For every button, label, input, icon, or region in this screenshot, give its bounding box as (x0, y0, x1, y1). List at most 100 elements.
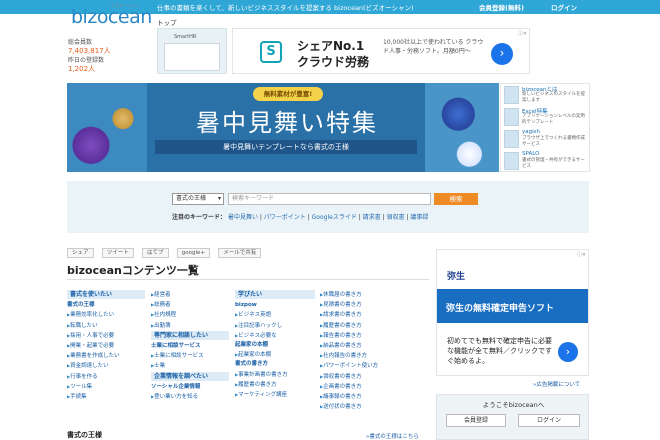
list-item[interactable]: 報告書の書き方 (320, 331, 415, 341)
content-title: bizoceanコンテンツ一覧 (67, 264, 199, 277)
list-item[interactable]: 請求書の書き方 (320, 310, 415, 320)
list-item[interactable]: 業務書を作成したい (67, 351, 145, 361)
feature-banner[interactable]: 無料素材が豊富! 暑中見舞い特集 暑中見舞いテンプレートなら書式の王様 (67, 83, 499, 172)
register-link[interactable]: 会員登録(無料) (479, 2, 524, 12)
trending-keywords: 注目のキーワード： 暑中見舞い | パワーポイント | Googleスライド |… (172, 214, 429, 221)
list-item[interactable]: ツール集 (67, 382, 145, 392)
ad-close-icon[interactable]: ⓘ✕ (577, 251, 586, 258)
ad-headline-2: クラウド労務 (297, 55, 370, 69)
ad-go-button[interactable]: › (558, 342, 578, 362)
keyword-link[interactable]: Googleスライド (312, 214, 357, 221)
smarthr-ad-image[interactable]: SmartHR (157, 28, 227, 74)
list-item[interactable]: 行事を作る (67, 372, 145, 382)
list-item[interactable]: パワーポイント使い方 (320, 361, 415, 371)
keyword-link[interactable]: パワーポイント (264, 214, 306, 221)
list-item[interactable]: 開業・起業で必要 (67, 341, 145, 351)
side-ad-text: ブラウザ上でつくれる書類作成サービス (522, 136, 585, 147)
banner-subtitle: 暑中見舞いテンプレートなら書式の王様 (155, 140, 417, 154)
members-value: 7,403,817人 (68, 47, 111, 55)
site-logo[interactable]: bizocean (71, 6, 152, 28)
column-sublink[interactable]: 書式の王様 (67, 301, 145, 310)
section-more-link[interactable]: »書式の王様はこちら (366, 432, 419, 440)
column-header: 書式を使いたい (67, 290, 145, 300)
list-item[interactable]: 資金調達したい (67, 361, 145, 371)
search-category-select[interactable]: 書式の王様 ▾ (172, 193, 224, 205)
list-item[interactable]: 出勤簿 (151, 321, 229, 331)
list-item[interactable]: 士業に相談サービス (151, 351, 229, 361)
member-stats: 総会員数 7,403,817人 昨日の登録数 1,202人 (68, 38, 153, 74)
screen-illustration (164, 43, 220, 71)
google-share-button[interactable]: google+ (176, 248, 210, 258)
list-item[interactable]: 注目記事ハックし (235, 321, 315, 331)
search-button[interactable]: 検索 (434, 193, 478, 205)
smarthr-icon: S (260, 41, 282, 63)
search-input[interactable]: 検索キーワード (228, 193, 431, 205)
list-item[interactable]: 議事録の書き方 (320, 392, 415, 402)
login-button[interactable]: ログイン (518, 414, 580, 427)
facebook-share-button[interactable]: シェア (67, 248, 94, 258)
list-item[interactable]: 業務効率化したい (67, 310, 145, 320)
select-value: 書式の王様 (176, 195, 207, 202)
list-item[interactable]: 社内規程 (151, 310, 229, 320)
list-item[interactable]: 見積書の書き方 (320, 300, 415, 310)
ad-info-link[interactable]: »広告掲載について (533, 380, 580, 388)
mail-share-button[interactable]: メールで共有 (218, 248, 262, 258)
list-item[interactable]: 企画書の書き方 (320, 382, 415, 392)
column-sublink[interactable]: bizpow (235, 301, 315, 310)
column-sublink[interactable]: 起業家の本棚 (235, 341, 315, 350)
keyword-link[interactable]: 領収書 (387, 214, 405, 221)
ad-headline-1: シェアNo.1 (297, 39, 365, 53)
keyword-link[interactable]: 暑中見舞い (228, 214, 258, 221)
banner-title: 暑中見舞い特集 (196, 109, 378, 137)
list-item[interactable]: 履歴書の書き方 (320, 321, 415, 331)
list-item[interactable]: 休職届の書き方 (320, 290, 415, 300)
logo-area[interactable]: ビズオーシャン bizocean (67, 0, 153, 36)
ad-message: 初めてでも無料で確定申告に必要な機能が全て無料／クリックですぐ始めるよ。 (447, 337, 552, 365)
list-item[interactable]: 起業家の本棚 (235, 350, 315, 360)
column-sublink[interactable]: 書式の書き方 (235, 360, 315, 369)
divider (67, 279, 429, 280)
list-item[interactable]: 総務者 (151, 300, 229, 310)
list-item[interactable]: 採用・人事で必要 (67, 331, 145, 341)
smarthr-brand: SmartHR (174, 34, 197, 40)
right-ad[interactable]: ⓘ✕ 弥生 弥生の無料確定申告ソフト 初めてでも無料で確定申告に必要な機能が全て… (436, 249, 589, 376)
ad-close-icon[interactable]: ⓘ✕ (518, 30, 527, 37)
column-2: 経営者 総務者 社内規程 出勤簿 専門家に相談したい 士業に相談サービス 士業に… (151, 290, 229, 402)
side-ad-item[interactable]: Excel特集 アプリケーションレベルの実用的テンプレート (501, 106, 591, 128)
register-button[interactable]: 会員登録 (446, 414, 506, 427)
keyword-link[interactable]: 議事録 (410, 214, 428, 221)
list-item[interactable]: 履歴書の書き方 (235, 380, 315, 390)
list-item[interactable]: 登い業い方を知る (151, 392, 229, 402)
nav-top[interactable]: トップ (157, 17, 177, 27)
list-item[interactable]: 事業計画書の書き方 (235, 370, 315, 380)
side-ad-item[interactable]: SPALO 書式の管理・共有ができるサービス (501, 150, 591, 172)
list-item[interactable]: 転職したい (67, 321, 145, 331)
welcome-box: ようこそbizoceanへ 会員登録 ログイン (436, 394, 589, 440)
side-ad-item[interactable]: bizoceanとは 新しいビジネスのスタイルを提案します (501, 84, 591, 106)
column-sublink[interactable]: ソーシャル企業情報 (151, 383, 229, 392)
list-item[interactable]: ビジネス必要な (235, 331, 315, 341)
list-item[interactable]: ビジネス英語 (235, 310, 315, 320)
list-item[interactable]: 納品書の書き方 (320, 341, 415, 351)
twitter-share-button[interactable]: ツイート (101, 248, 134, 258)
login-link[interactable]: ログイン (551, 2, 577, 12)
column-sublink[interactable]: 士業に相談サービス (151, 342, 229, 351)
hatena-share-button[interactable]: はてブ (142, 248, 169, 258)
list-item[interactable]: 社内報告の書き方 (320, 351, 415, 361)
side-ad-item[interactable]: yagish ブラウザ上でつくれる書類作成サービス (501, 128, 591, 150)
side-ad-thumb (504, 108, 519, 126)
top-ad[interactable]: ⓘ✕ S シェアNo.1 クラウド労務 10,000社以上で使われている クラウ… (232, 28, 530, 74)
list-item[interactable]: 手続集 (67, 392, 145, 402)
welcome-text: ようこそbizoceanへ (482, 401, 545, 409)
column-4: 休職届の書き方 見積書の書き方 請求書の書き方 履歴書の書き方 報告書の書き方 … (320, 290, 415, 412)
ad-go-button[interactable]: › (491, 43, 513, 65)
floral-right-decoration (425, 83, 499, 172)
list-item[interactable]: 送付状の書き方 (320, 402, 415, 412)
list-item[interactable]: 経営者 (151, 290, 229, 300)
today-label: 昨日の登録数 (68, 57, 105, 64)
list-item[interactable]: マーケティング講座 (235, 390, 315, 400)
keywords-label: 注目のキーワード： (172, 214, 227, 221)
list-item[interactable]: 士業 (151, 361, 229, 371)
list-item[interactable]: 領収書の書き方 (320, 372, 415, 382)
keyword-link[interactable]: 請求書 (363, 214, 381, 221)
